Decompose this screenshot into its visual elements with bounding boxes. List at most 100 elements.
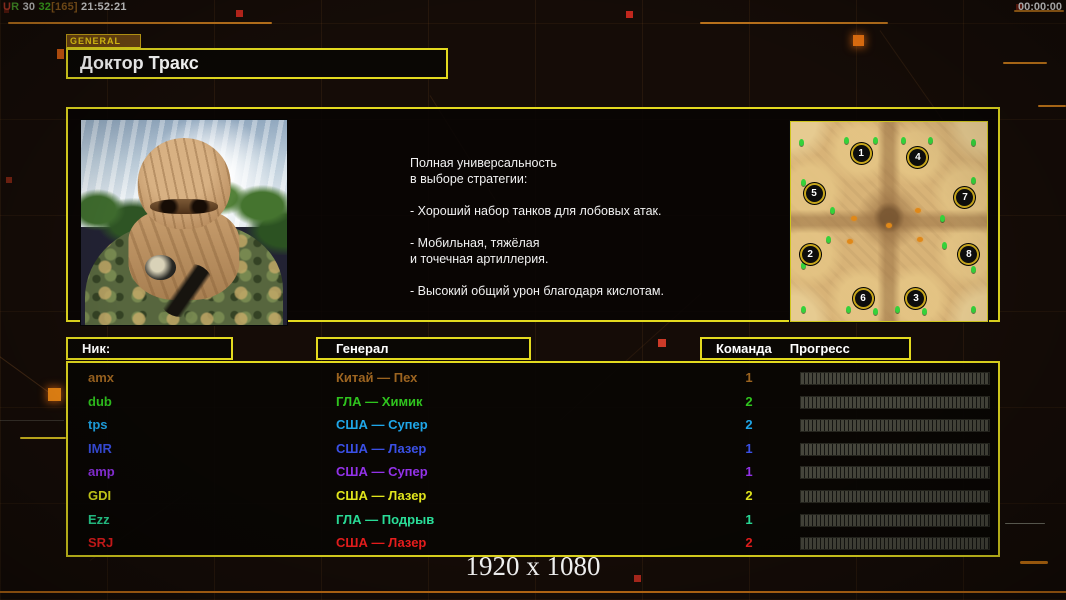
decor-line (700, 22, 888, 24)
player-team: 1 (745, 464, 753, 480)
supply-dot (843, 136, 849, 144)
start-position-1: 1 (850, 142, 872, 164)
progress-track (801, 396, 989, 408)
player-team: 1 (745, 370, 753, 385)
portrait-head (137, 138, 231, 229)
header-nick-label: Ник: (82, 341, 111, 356)
start-position-5: 5 (803, 182, 825, 204)
decor-square (626, 11, 633, 18)
player-progress-bar (800, 419, 990, 433)
start-position-7: 7 (954, 186, 976, 208)
player-nick: SRJ (88, 535, 114, 551)
player-progress-bar (800, 442, 990, 456)
decor-line (1020, 561, 1048, 564)
decor-square (634, 575, 641, 582)
general-name-title: Доктор Тракс (66, 48, 448, 79)
player-row: IMR США — Лазер 1 (68, 439, 998, 463)
progress-track (801, 373, 989, 384)
supply-dot (800, 306, 806, 314)
decor-square (853, 35, 864, 46)
player-row: amp США — Супер 1 (68, 462, 998, 486)
progress-track (801, 420, 989, 432)
decor-square (57, 49, 64, 59)
portrait-eyes (150, 198, 218, 215)
decor-line (1038, 105, 1066, 107)
supply-dot (798, 138, 804, 146)
decor-line (20, 437, 66, 439)
info-line: - Высокий общий урон благодаря кислотам. (410, 284, 664, 298)
player-nick: IMR (88, 440, 112, 456)
info-line (410, 219, 770, 235)
start-position-2: 2 (799, 244, 821, 266)
player-general: Китай — Пех (336, 370, 418, 385)
decor-square (236, 10, 243, 17)
gentool-stats: UR 30 32[165] 21:52:21 (3, 1, 127, 13)
progress-track (801, 538, 989, 550)
player-nick: GDI (88, 487, 112, 503)
header-general: Генерал (316, 337, 531, 360)
player-progress-bar (800, 395, 990, 409)
player-general: США — Супер (336, 464, 428, 480)
player-team: 2 (745, 487, 753, 503)
player-progress-bar (800, 513, 990, 527)
header-general-label: Генерал (336, 341, 389, 356)
general-portrait (80, 119, 288, 326)
decor-square (6, 177, 12, 183)
supply-dot (939, 214, 945, 222)
general-tab: GENERAL (66, 34, 141, 49)
player-general: ГЛА — Подрыв (336, 511, 435, 527)
decor-line (8, 22, 272, 24)
decor-square (48, 388, 61, 401)
loading-screen: UR 30 32[165] 21:52:21 00:00:00 GENERAL … (0, 0, 1066, 600)
info-line (410, 187, 770, 203)
info-line: - Хороший набор танков для лобовых атак. (410, 204, 662, 218)
header-progress-label: Прогресс (789, 341, 850, 356)
progress-track (801, 443, 989, 455)
oil-dot (850, 215, 857, 221)
player-row: Ezz ГЛА — Подрыв 1 (68, 510, 998, 534)
minimap: 14572863 (790, 121, 988, 322)
stat-part: [165] (51, 1, 78, 13)
players-panel: amx Китай — Пех 1 dub ГЛА — Химик 2 tps США — С… (66, 361, 1000, 557)
stat-part: 30 (19, 1, 39, 13)
decor-line (1005, 523, 1045, 524)
player-progress-bar (800, 489, 990, 503)
decor-bottom-line (0, 591, 1066, 593)
info-line: и точечная артиллерия. (410, 252, 549, 266)
header-nick: Ник: (66, 337, 233, 360)
decor-diagonal (0, 420, 64, 421)
player-row: tps США — Супер 2 (68, 415, 998, 439)
oil-dot (915, 207, 922, 213)
info-line: Полная универсальность (410, 156, 557, 170)
progress-track (801, 490, 989, 502)
player-nick: tps (88, 417, 108, 433)
player-row: amx Китай — Пех 1 (68, 368, 998, 392)
supply-dot (800, 178, 806, 186)
player-general: США — Супер (336, 417, 428, 433)
resolution-label: 1920 x 1080 (465, 551, 601, 581)
player-general: США — Лазер (336, 535, 427, 551)
info-line: - Мобильная, тяжёлая (410, 236, 540, 250)
player-team: 1 (745, 440, 753, 456)
minimap-terrain (791, 122, 987, 321)
player-progress-bar (800, 372, 990, 385)
progress-track (801, 467, 989, 479)
player-row: dub ГЛА — Химик 2 (68, 392, 998, 416)
supply-dot (830, 206, 836, 214)
player-progress-bar (800, 537, 990, 551)
player-progress-bar (800, 466, 990, 480)
general-info-panel: Полная универсальность в выборе стратегии… (66, 107, 1000, 326)
decor-square (658, 339, 666, 347)
header-team-progress: Команда Прогресс (700, 337, 911, 360)
info-line (410, 267, 770, 283)
general-info-text: Полная универсальность в выборе стратегии… (410, 155, 770, 299)
stat-part: U (3, 1, 12, 13)
player-team: 1 (745, 511, 753, 527)
stat-part: 21:52:21 (77, 1, 127, 13)
player-row: GDI США — Лазер 2 (68, 486, 998, 510)
player-team: 2 (745, 393, 753, 409)
stat-part: 32 (38, 1, 52, 13)
match-timer: 00:00:00 (1017, 1, 1062, 13)
player-nick: Ezz (88, 511, 110, 527)
decor-line (1003, 62, 1047, 64)
